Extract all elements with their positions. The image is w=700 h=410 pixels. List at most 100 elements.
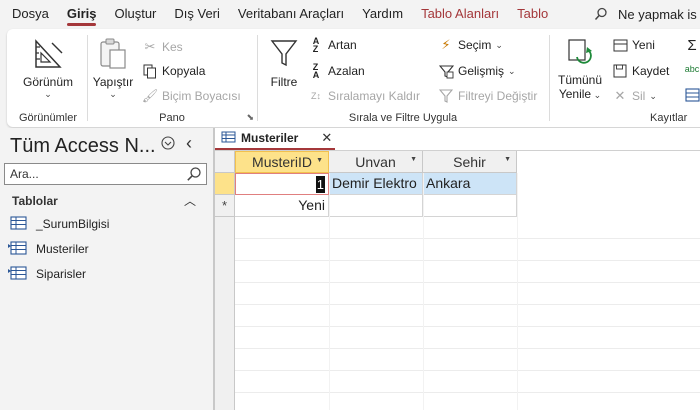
view-ruler-icon xyxy=(35,39,63,68)
nav-search-input[interactable]: Ara... xyxy=(4,163,207,185)
cell-musteriid[interactable]: 1 xyxy=(235,173,329,195)
select-all-corner[interactable] xyxy=(215,151,235,173)
tell-me-text: Ne yapmak is xyxy=(618,6,697,22)
sort-descending-button[interactable]: ZA Azalan xyxy=(308,61,365,81)
advanced-filter-icon xyxy=(438,63,454,79)
toggle-filter-label: Filtreyi Değiştir xyxy=(458,89,538,103)
nav-item-label: Siparisler xyxy=(36,267,87,281)
new-record-button[interactable]: Yeni xyxy=(612,35,655,55)
cell-sehir[interactable]: Ankara xyxy=(423,173,517,195)
dropdown-arrow-icon[interactable]: ▼ xyxy=(504,156,511,163)
divider xyxy=(235,392,700,393)
cut-button[interactable]: ✂ Kes xyxy=(142,37,183,57)
divider xyxy=(329,173,330,410)
nav-options-circle-icon[interactable] xyxy=(161,136,175,153)
new-record-marker[interactable]: * xyxy=(215,195,235,217)
remove-sort-button[interactable]: Z↕ Sıralamayı Kaldır xyxy=(308,86,420,106)
menu-help[interactable]: Yardım xyxy=(353,0,412,28)
remove-sort-icon: Z↕ xyxy=(311,91,321,101)
totals-button[interactable]: Σ xyxy=(684,35,700,55)
sort-filter-group: Filtre AZ Artan ZA Azalan Z↕ Sıralamayı … xyxy=(258,29,548,127)
navigation-pane: Tüm Access N... Ara... Tablolar ︿ _Surum… xyxy=(0,128,213,410)
divider xyxy=(235,304,700,305)
new-row-cell-sehir[interactable] xyxy=(423,195,517,217)
save-button[interactable]: Kaydet xyxy=(612,61,669,81)
view-button[interactable]: Görünüm ⌄ xyxy=(17,37,79,99)
nav-item-surumbilgisi[interactable]: _SurumBilgisi xyxy=(8,214,109,234)
divider xyxy=(235,260,700,261)
filter-button[interactable]: Filtre xyxy=(266,37,302,89)
paste-label: Yapıştır xyxy=(92,75,134,89)
menu-create[interactable]: Oluştur xyxy=(105,0,165,28)
spelling-button[interactable]: abc xyxy=(684,59,700,79)
format-painter-label: Biçim Boyacısı xyxy=(162,89,241,103)
refresh-all-label-1: Tümünü xyxy=(557,73,603,87)
copy-button[interactable]: Kopyala xyxy=(142,61,205,81)
dropdown-arrow-icon[interactable]: ▼ xyxy=(316,157,323,164)
nav-pane-title[interactable]: Tüm Access N... xyxy=(10,135,156,158)
nav-item-musteriler[interactable]: Musteriler xyxy=(8,239,89,259)
menu-table[interactable]: Tablo xyxy=(508,0,557,28)
menu-database-tools[interactable]: Veritabanı Araçları xyxy=(229,0,353,28)
chevron-down-icon: ⌄ xyxy=(508,65,516,76)
dropdown-arrow-icon[interactable]: ▼ xyxy=(410,156,417,163)
close-icon[interactable]: ✕ xyxy=(321,130,332,146)
chevron-down-icon: ⌄ xyxy=(649,90,657,101)
spelling-check-icon: abc xyxy=(684,64,700,74)
new-row-cell-musteriid[interactable]: Yeni xyxy=(235,195,329,217)
chevron-up-icon[interactable]: ︿ xyxy=(184,192,196,209)
copy-label: Kopyala xyxy=(162,64,206,78)
selection-label: Seçim xyxy=(458,38,492,52)
lightbulb-search-icon xyxy=(594,7,607,21)
column-header-label: Unvan xyxy=(355,153,396,170)
chevron-down-icon: ⌄ xyxy=(591,90,602,100)
divider xyxy=(517,173,518,410)
selection-button[interactable]: ⚡ Seçim ⌄ xyxy=(438,35,502,55)
advanced-button[interactable]: Gelişmiş ⌄ xyxy=(438,61,516,81)
menu-home[interactable]: Giriş xyxy=(58,0,106,28)
remove-sort-label: Sıralamayı Kaldır xyxy=(328,89,421,103)
menu-table-fields[interactable]: Tablo Alanları xyxy=(412,0,508,28)
collapse-pane-chevron-icon[interactable]: ‹ xyxy=(186,133,192,154)
format-painter-button[interactable]: 🖌 Biçim Boyacısı xyxy=(142,86,241,106)
delete-x-icon: ✕ xyxy=(614,88,626,103)
more-records-button[interactable] xyxy=(684,85,700,105)
ribbon: Görünüm ⌄ Görünümler Yapıştır ⌄ ✂ Kes Ko… xyxy=(7,29,700,127)
table-icon xyxy=(8,215,28,233)
tell-me-box[interactable]: Ne yapmak is xyxy=(594,0,697,28)
divider xyxy=(235,238,700,239)
column-header-label: Sehir xyxy=(453,153,486,170)
doc-tab-label: Musteriler xyxy=(241,131,299,145)
menu-file[interactable]: Dosya xyxy=(0,0,58,28)
column-header-label: MusteriID xyxy=(252,154,312,170)
sort-ascending-button[interactable]: AZ Artan xyxy=(308,35,357,55)
cut-label: Kes xyxy=(162,40,183,54)
divider xyxy=(235,348,700,349)
row-selector[interactable] xyxy=(215,173,235,195)
divider xyxy=(235,370,700,371)
search-icon[interactable] xyxy=(186,166,202,185)
records-group-label: Kayıtlar xyxy=(650,112,688,124)
sigma-icon: Σ xyxy=(687,36,697,54)
column-header-musteriid[interactable]: MusteriID ▼ xyxy=(235,151,329,173)
save-icon xyxy=(612,63,628,79)
selection-filter-icon: ⚡ xyxy=(441,37,451,52)
delete-button[interactable]: ✕ Sil ⌄ xyxy=(612,86,657,106)
column-header-unvan[interactable]: Unvan ▼ xyxy=(329,151,423,173)
menu-external-data[interactable]: Dış Veri xyxy=(165,0,229,28)
delete-label: Sil xyxy=(632,89,646,103)
paste-clipboard-icon xyxy=(100,38,126,69)
nav-item-siparisler[interactable]: Siparisler xyxy=(8,264,86,284)
cell-unvan[interactable]: Demir Elektro xyxy=(329,173,423,195)
funnel-icon xyxy=(270,40,298,67)
refresh-all-button[interactable]: Tümünü Yenile ⌄ xyxy=(554,37,606,101)
nav-section-tables[interactable]: Tablolar xyxy=(12,194,58,208)
toggle-filter-button[interactable]: Filtreyi Değiştir xyxy=(438,86,537,106)
chevron-down-icon: ⌄ xyxy=(44,89,52,99)
paste-button[interactable]: Yapıştır ⌄ xyxy=(90,37,136,99)
nav-item-label: _SurumBilgisi xyxy=(36,217,110,231)
dialog-launcher-icon[interactable]: ⬊ xyxy=(246,112,254,123)
column-header-sehir[interactable]: Sehir ▼ xyxy=(423,151,517,173)
doc-tab-musteriler[interactable]: Musteriler ✕ xyxy=(215,128,335,150)
new-row-cell-unvan[interactable] xyxy=(329,195,423,217)
